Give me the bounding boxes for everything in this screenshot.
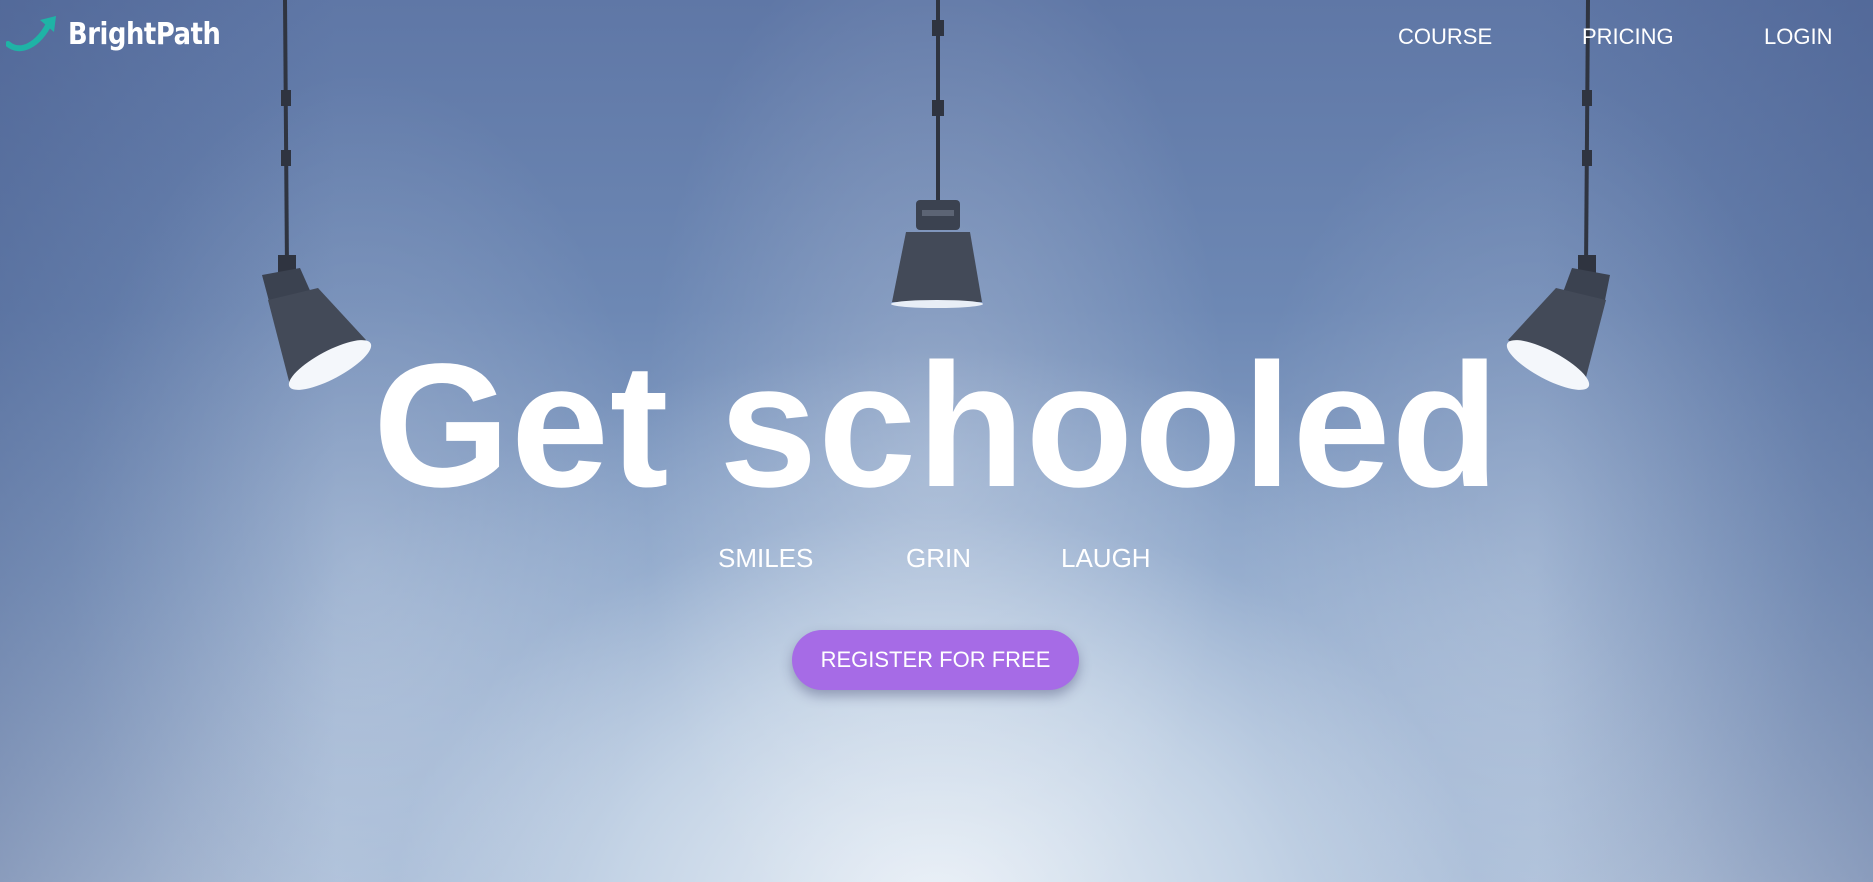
top-nav: BrightPath COURSE PRICING LOGIN xyxy=(0,0,1873,72)
hero-title: Get schooled xyxy=(373,328,1500,524)
nav-pricing-link[interactable]: PRICING xyxy=(1582,24,1674,50)
subtitle-smiles: SMILES xyxy=(718,543,814,573)
brand-logo[interactable]: BrightPath xyxy=(6,14,245,54)
arrow-swoosh-icon xyxy=(6,16,56,52)
nav-login-link[interactable]: LOGIN xyxy=(1764,24,1832,50)
brand-name: BrightPath xyxy=(68,16,221,52)
hero-subtitles: SMILES GRIN LAUGH xyxy=(0,543,1873,573)
register-button[interactable]: REGISTER FOR FREE xyxy=(792,630,1079,690)
subtitle-laugh: LAUGH xyxy=(1061,543,1151,573)
subtitle-grin: GRIN xyxy=(906,543,971,573)
nav-course-link[interactable]: COURSE xyxy=(1398,24,1492,50)
